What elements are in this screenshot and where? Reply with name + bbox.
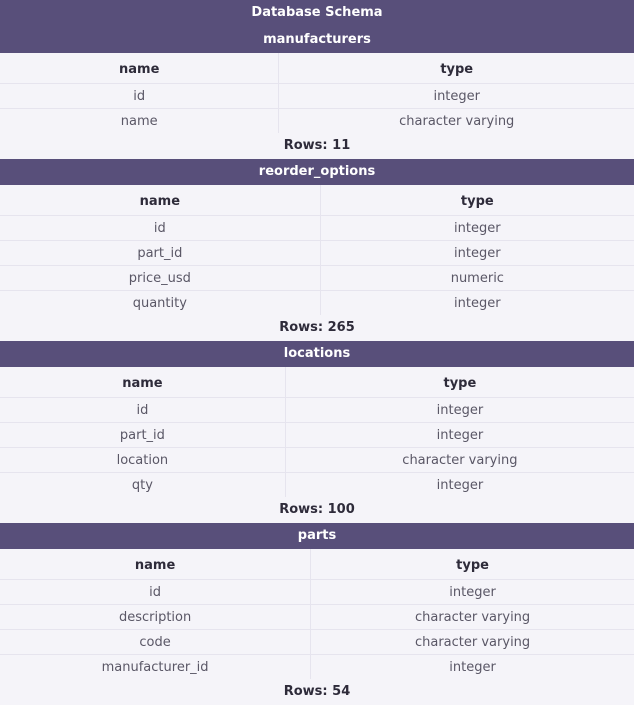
column-name-cell: quantity: [0, 290, 321, 315]
column-name-cell: code: [0, 629, 312, 655]
table-title: reorder_options: [0, 159, 634, 185]
table-header-row: name type: [0, 53, 634, 84]
column-header-type: type: [460, 193, 494, 209]
table-row: manufacturer_id integer: [0, 654, 634, 679]
table-row: id integer: [0, 579, 634, 605]
column-type-cell: character varying: [310, 629, 634, 655]
table-row: description character varying: [0, 604, 634, 630]
column-name-cell: name: [0, 108, 280, 133]
table-section-manufacturers: manufacturers name type id integer name …: [0, 26, 634, 159]
row-count: Rows: 265: [279, 320, 355, 335]
column-type-cell: integer: [310, 579, 634, 605]
column-type-cell: integer: [320, 240, 634, 266]
table-title: locations: [0, 341, 634, 367]
column-header-type: type: [440, 61, 474, 77]
table-header-row: name type: [0, 549, 634, 580]
column-type-cell: character varying: [285, 447, 634, 473]
schema-table: name type id integer part_id integer pri…: [0, 185, 634, 315]
table-row: name character varying: [0, 108, 634, 133]
row-count: Rows: 11: [283, 138, 351, 153]
column-name-cell: id: [0, 579, 312, 605]
column-header-type: type: [456, 557, 489, 573]
column-type-cell: integer: [320, 290, 634, 315]
column-type-cell: integer: [285, 422, 634, 448]
table-row: part_id integer: [0, 240, 634, 266]
row-count: Rows: 100: [279, 502, 355, 517]
page-title: Database Schema: [0, 0, 634, 26]
table-header-row: name type: [0, 367, 634, 398]
column-type-cell: integer: [285, 472, 634, 497]
column-type-cell: numeric: [320, 265, 634, 291]
column-header-name: name: [0, 185, 321, 216]
column-type-cell: integer: [320, 215, 634, 241]
column-type-cell: character varying: [278, 108, 634, 133]
column-type-cell: integer: [285, 397, 634, 423]
column-name-cell: id: [0, 215, 321, 241]
column-header-name: name: [0, 53, 280, 84]
table-header-row: name type: [0, 185, 634, 216]
table-row: id integer: [0, 83, 634, 109]
column-header-name: name: [0, 367, 286, 398]
column-name-cell: part_id: [0, 240, 321, 266]
table-section-reorder-options: reorder_options name type id integer par…: [0, 159, 634, 341]
column-type-cell: integer: [310, 654, 634, 679]
column-header-type: type: [443, 375, 477, 391]
table-row: location character varying: [0, 447, 634, 473]
schema-table: name type id integer part_id integer loc…: [0, 367, 634, 497]
table-section-parts: parts name type id integer description c…: [0, 523, 634, 705]
column-name-cell: price_usd: [0, 265, 321, 291]
table-row: qty integer: [0, 472, 634, 497]
column-name-cell: description: [0, 604, 312, 630]
table-row: id integer: [0, 397, 634, 423]
column-name-cell: location: [0, 447, 286, 473]
column-name-cell: id: [0, 83, 280, 109]
column-name-cell: manufacturer_id: [0, 654, 312, 679]
column-type-cell: character varying: [310, 604, 634, 630]
table-row: price_usd numeric: [0, 265, 634, 291]
table-row: quantity integer: [0, 290, 634, 315]
table-row: code character varying: [0, 629, 634, 655]
table-row: part_id integer: [0, 422, 634, 448]
column-name-cell: qty: [0, 472, 286, 497]
column-header-name: name: [0, 549, 312, 580]
table-section-locations: locations name type id integer part_id i…: [0, 341, 634, 523]
column-name-cell: part_id: [0, 422, 286, 448]
schema-table: name type id integer name character vary…: [0, 53, 634, 133]
column-type-cell: integer: [278, 83, 634, 109]
row-count: Rows: 54: [283, 684, 351, 699]
table-title: manufacturers: [0, 26, 634, 53]
table-row: id integer: [0, 215, 634, 241]
schema-table: name type id integer description charact…: [0, 549, 634, 679]
table-title: parts: [0, 523, 634, 549]
column-name-cell: id: [0, 397, 286, 423]
